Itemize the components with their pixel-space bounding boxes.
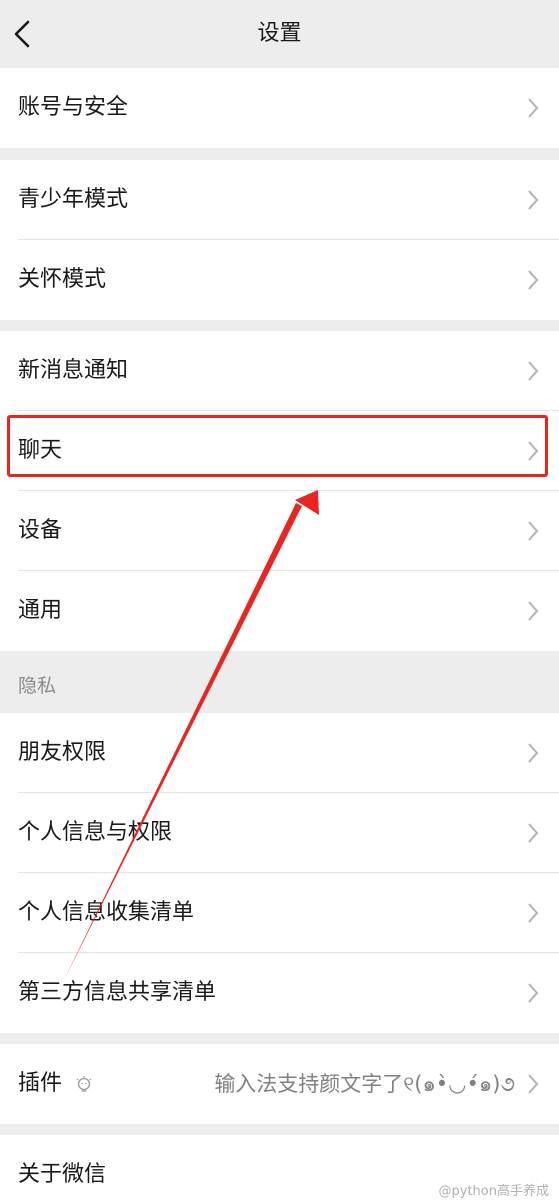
chevron-right-icon <box>528 98 539 118</box>
settings-item-label: 插件 <box>18 1071 63 1096</box>
plugin-status-text: 输入法支持颜文字了୧(๑•̀◡•́๑)૭ <box>214 1072 515 1096</box>
group-privacy: 朋友权限 个人信息与权限 个人信息收集清单 第三方信息共享清单 <box>0 713 559 1033</box>
settings-item-teen-mode[interactable]: 青少年模式 <box>0 160 559 240</box>
settings-item-devices[interactable]: 设备 <box>0 491 559 571</box>
settings-item-info-collection-list[interactable]: 个人信息收集清单 <box>0 873 559 953</box>
page-title: 设置 <box>257 21 302 46</box>
chevron-right-icon <box>528 983 539 1003</box>
settings-item-label: 第三方信息共享清单 <box>18 980 217 1005</box>
settings-item-care-mode[interactable]: 关怀模式 <box>0 240 559 320</box>
chevron-right-icon <box>528 823 539 843</box>
settings-item-label: 关怀模式 <box>18 267 107 292</box>
settings-item-label: 设备 <box>18 518 63 543</box>
chevron-right-icon <box>528 521 539 541</box>
chevron-left-icon[interactable] <box>8 16 38 52</box>
settings-item-notifications[interactable]: 新消息通知 <box>0 331 559 411</box>
chevron-right-icon <box>528 903 539 923</box>
lightbulb-icon <box>76 1076 92 1092</box>
settings-item-label: 通用 <box>18 598 63 623</box>
settings-item-label: 个人信息与权限 <box>18 820 173 845</box>
section-header-privacy: 隐私 <box>0 650 559 713</box>
settings-item-label: 账号与安全 <box>18 95 129 120</box>
group-account: 账号与安全 <box>0 68 559 148</box>
chevron-right-icon <box>528 743 539 763</box>
chevron-right-icon <box>528 361 539 381</box>
settings-item-label: 关于微信 <box>18 1162 107 1187</box>
settings-item-general[interactable]: 通用 <box>0 571 559 651</box>
settings-item-label: 新消息通知 <box>18 358 129 383</box>
settings-item-label: 青少年模式 <box>18 187 129 212</box>
group-plugins: 插件 输入法支持颜文字了୧(๑•̀◡•́๑)૭ <box>0 1044 559 1124</box>
group-general: 新消息通知 聊天 设备 通用 <box>0 331 559 651</box>
chevron-right-icon <box>528 601 539 621</box>
section-header-label: 隐私 <box>18 675 57 697</box>
settings-item-label: 个人信息收集清单 <box>18 900 195 925</box>
chevron-right-icon <box>528 190 539 210</box>
highlight-box <box>7 415 548 477</box>
group-modes: 青少年模式 关怀模式 <box>0 160 559 320</box>
chevron-right-icon <box>528 1074 539 1094</box>
nav-bar: 设置 <box>0 0 559 68</box>
settings-item-personal-info-permissions[interactable]: 个人信息与权限 <box>0 793 559 873</box>
settings-page: 设置 账号与安全 青少年模式 关怀模式 新消息通知 聊天 设备 通用 隐私 朋友… <box>0 0 559 1203</box>
chevron-right-icon <box>528 270 539 290</box>
settings-item-friend-permissions[interactable]: 朋友权限 <box>0 713 559 793</box>
settings-item-account-security[interactable]: 账号与安全 <box>0 68 559 148</box>
settings-item-plugins[interactable]: 插件 输入法支持颜文字了୧(๑•̀◡•́๑)૭ <box>0 1044 559 1124</box>
settings-item-third-party-sharing-list[interactable]: 第三方信息共享清单 <box>0 953 559 1033</box>
settings-item-label: 朋友权限 <box>18 740 107 765</box>
watermark: @python高手养成 <box>438 1184 549 1199</box>
